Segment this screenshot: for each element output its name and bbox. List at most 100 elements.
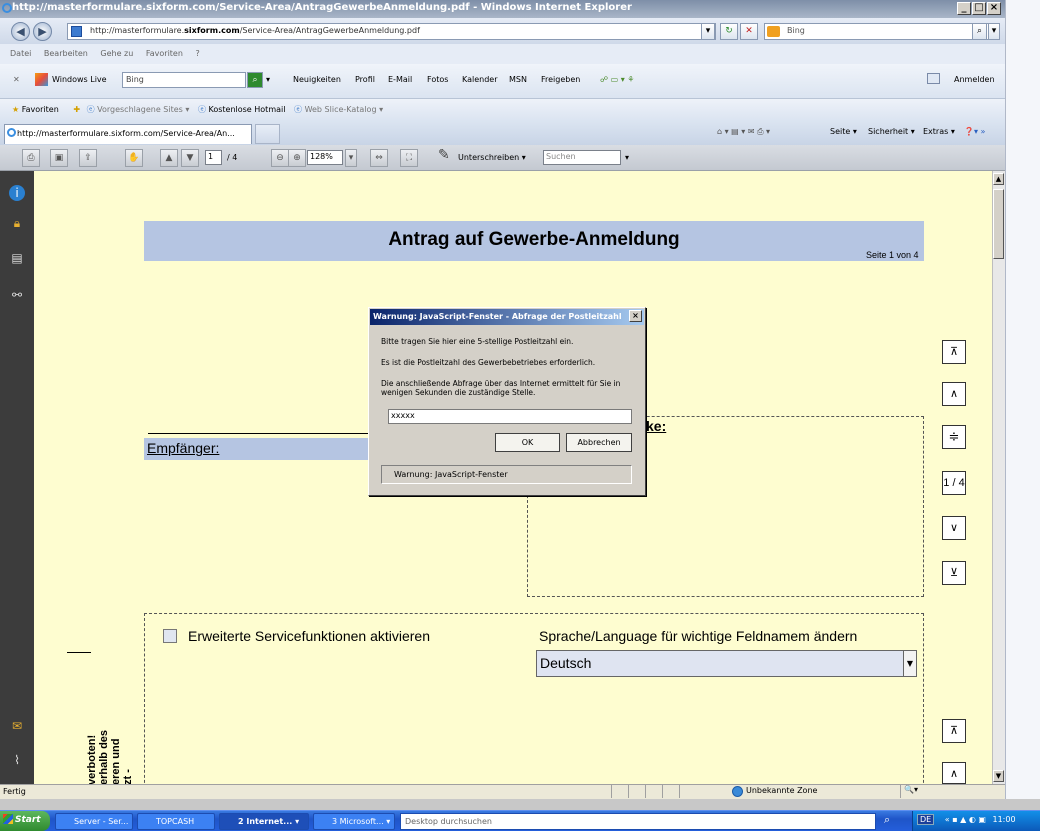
vertical-scrollbar[interactable] <box>992 171 1005 784</box>
share-icon[interactable]: ⇪ <box>79 149 97 167</box>
cmd-tools[interactable]: Extras ▾ <box>923 127 955 136</box>
fav-webslice[interactable]: Web Slice-Katalog ▾ <box>305 105 384 114</box>
dialog-status: Warnung: JavaScript-Fenster <box>381 465 632 484</box>
attachment-icon[interactable]: ⌇ <box>9 752 25 768</box>
search-dropdown-icon[interactable]: ▾ <box>988 23 1000 40</box>
menu-file[interactable]: Datei <box>10 49 31 58</box>
wl-link-profile[interactable]: Profil <box>355 75 375 84</box>
fav-hotmail[interactable]: Kostenlose Hotmail <box>208 105 285 114</box>
refresh-icon[interactable]: ↻ <box>720 23 738 40</box>
wl-link-photos[interactable]: Fotos <box>427 75 448 84</box>
ok-button[interactable]: OK <box>495 433 560 452</box>
comments-icon[interactable]: ✉ <box>9 718 25 734</box>
toggle-page-button[interactable]: ≑ <box>942 425 966 449</box>
home-icon[interactable]: ⌂ ▾ ▤ ▾ ✉ ⎙ ▾ <box>717 127 770 137</box>
menu-help[interactable]: ? <box>195 49 199 58</box>
pdf-search-input[interactable]: Suchen <box>543 150 621 165</box>
search-input[interactable]: Bing <box>764 23 989 40</box>
first-page-button-2[interactable]: ⊼ <box>942 719 966 743</box>
fit-page-icon[interactable]: ⛶ <box>400 149 418 167</box>
system-tray: DE « ▪ ▲ ◐ ▣ 11:00 <box>912 811 1040 831</box>
url-domain: sixform.com <box>184 26 240 35</box>
postal-code-input[interactable]: xxxxx <box>388 409 632 424</box>
windows-flag-icon <box>3 814 13 824</box>
webslice-icon: ⓔ <box>294 105 303 114</box>
print-icon[interactable]: ⎙ <box>22 149 40 167</box>
menu-goto[interactable]: Gehe zu <box>100 49 133 58</box>
prev-page-button[interactable]: ∧ <box>942 382 966 406</box>
chevron-down-icon[interactable]: ▼ <box>903 651 916 676</box>
wl-search-input[interactable]: Bing <box>122 72 246 88</box>
wl-close-icon[interactable]: ✕ <box>13 75 20 84</box>
wl-link-email[interactable]: E-Mail <box>388 75 412 84</box>
zoom-status-icon[interactable]: 🔍▾ <box>900 785 928 798</box>
taskbar-item-word[interactable]: 3 Microsoft... ▾ <box>313 813 395 830</box>
menu-edit[interactable]: Bearbeiten <box>44 49 88 58</box>
taskbar-item-internet[interactable]: 2 Internet... ▾ <box>219 813 309 830</box>
minimize-button[interactable]: _ <box>957 2 971 15</box>
status-text: Fertig <box>3 787 26 796</box>
sign-button[interactable]: Unterschreiben ▾ <box>458 153 526 162</box>
tray-icons[interactable]: « ▪ ▲ ◐ ▣ <box>945 815 986 824</box>
desktop-search-input[interactable]: Desktop durchsuchen <box>400 813 876 830</box>
last-page-button[interactable]: ⊻ <box>942 561 966 585</box>
search-icon[interactable]: ⌕ <box>972 23 987 40</box>
service-checkbox[interactable] <box>163 629 177 643</box>
fit-width-icon[interactable]: ⇔ <box>370 149 388 167</box>
taskbar-item-server[interactable]: Server - Ser... <box>55 813 133 830</box>
new-tab-button[interactable] <box>255 124 280 144</box>
address-field[interactable]: http://masterformulare.sixform.com/Servi… <box>67 23 716 40</box>
wl-link-msn[interactable]: MSN <box>509 75 527 84</box>
fav-suggested[interactable]: Vorgeschlagene Sites ▾ <box>97 105 189 114</box>
signin-link[interactable]: Anmelden <box>954 75 995 84</box>
language-indicator[interactable]: DE <box>917 814 935 825</box>
scroll-down-icon[interactable]: ▼ <box>993 770 1004 782</box>
close-button[interactable]: × <box>987 2 1001 15</box>
language-select[interactable]: Deutsch <box>536 650 917 677</box>
prev-page-icon[interactable]: ▲ <box>160 149 178 167</box>
pages-icon[interactable]: ▤ <box>9 250 25 266</box>
binoculars-icon[interactable]: ⚯ <box>9 287 25 303</box>
tab-active[interactable]: http://masterformulare.sixform.com/Servi… <box>4 124 252 144</box>
wl-link-share[interactable]: Freigeben <box>541 75 580 84</box>
add-favorite-icon[interactable]: ✚ <box>73 105 80 114</box>
forward-icon[interactable]: ▶ <box>33 22 52 41</box>
hand-tool-icon[interactable]: ✋ <box>125 149 143 167</box>
scroll-thumb[interactable] <box>993 189 1004 259</box>
help-icon[interactable]: ❓▾ » <box>964 127 985 136</box>
back-icon[interactable]: ◀ <box>11 22 30 41</box>
info-icon[interactable]: i <box>9 185 25 201</box>
dialog-close-icon[interactable]: × <box>629 310 642 322</box>
cancel-button[interactable]: Abbrechen <box>566 433 632 452</box>
menu-favorites[interactable]: Favoriten <box>146 49 183 58</box>
wl-search-icon[interactable]: ⌕ <box>247 72 263 88</box>
prev-page-button-2[interactable]: ∧ <box>942 762 966 784</box>
favorites-label[interactable]: Favoriten <box>22 105 59 114</box>
zoom-input[interactable]: 128% <box>307 150 343 165</box>
dialog-line-3: Die anschließende Abfrage über das Inter… <box>381 379 621 397</box>
first-page-button[interactable]: ⊼ <box>942 340 966 364</box>
search-icon[interactable]: ⌕ <box>884 813 890 827</box>
zoom-dropdown-icon[interactable]: ▾ <box>345 149 357 167</box>
wl-link-calendar[interactable]: Kalender <box>462 75 498 84</box>
windows-live-label[interactable]: Windows Live <box>52 75 107 84</box>
page-indicator-button[interactable]: 1 / 4 <box>942 471 966 495</box>
cmd-page[interactable]: Seite ▾ <box>830 127 857 136</box>
lock-icon[interactable]: 🔒︎ <box>9 215 25 231</box>
zoom-in-icon[interactable]: ⊕ <box>288 149 306 167</box>
taskbar-item-topcash[interactable]: TOPCASH <box>137 813 215 830</box>
address-dropdown-icon[interactable]: ▾ <box>701 23 715 40</box>
maximize-button[interactable]: □ <box>972 2 986 15</box>
wl-search-dropdown-icon[interactable]: ▾ <box>266 75 270 84</box>
page-number-input[interactable]: 1 <box>205 150 222 165</box>
zoom-out-icon[interactable]: ⊖ <box>271 149 289 167</box>
stop-icon[interactable]: ✕ <box>740 23 758 40</box>
cmd-security[interactable]: Sicherheit ▾ <box>868 127 915 136</box>
next-page-icon[interactable]: ▼ <box>181 149 199 167</box>
pdf-search-dropdown-icon[interactable]: ▾ <box>625 153 629 162</box>
save-icon[interactable]: ▣ <box>50 149 68 167</box>
wl-link-news[interactable]: Neuigkeiten <box>293 75 341 84</box>
wl-tools-icon[interactable]: ☍ ▭ ▾ ⚘ <box>600 75 634 84</box>
scroll-up-icon[interactable]: ▲ <box>993 173 1004 185</box>
next-page-button[interactable]: ∨ <box>942 516 966 540</box>
